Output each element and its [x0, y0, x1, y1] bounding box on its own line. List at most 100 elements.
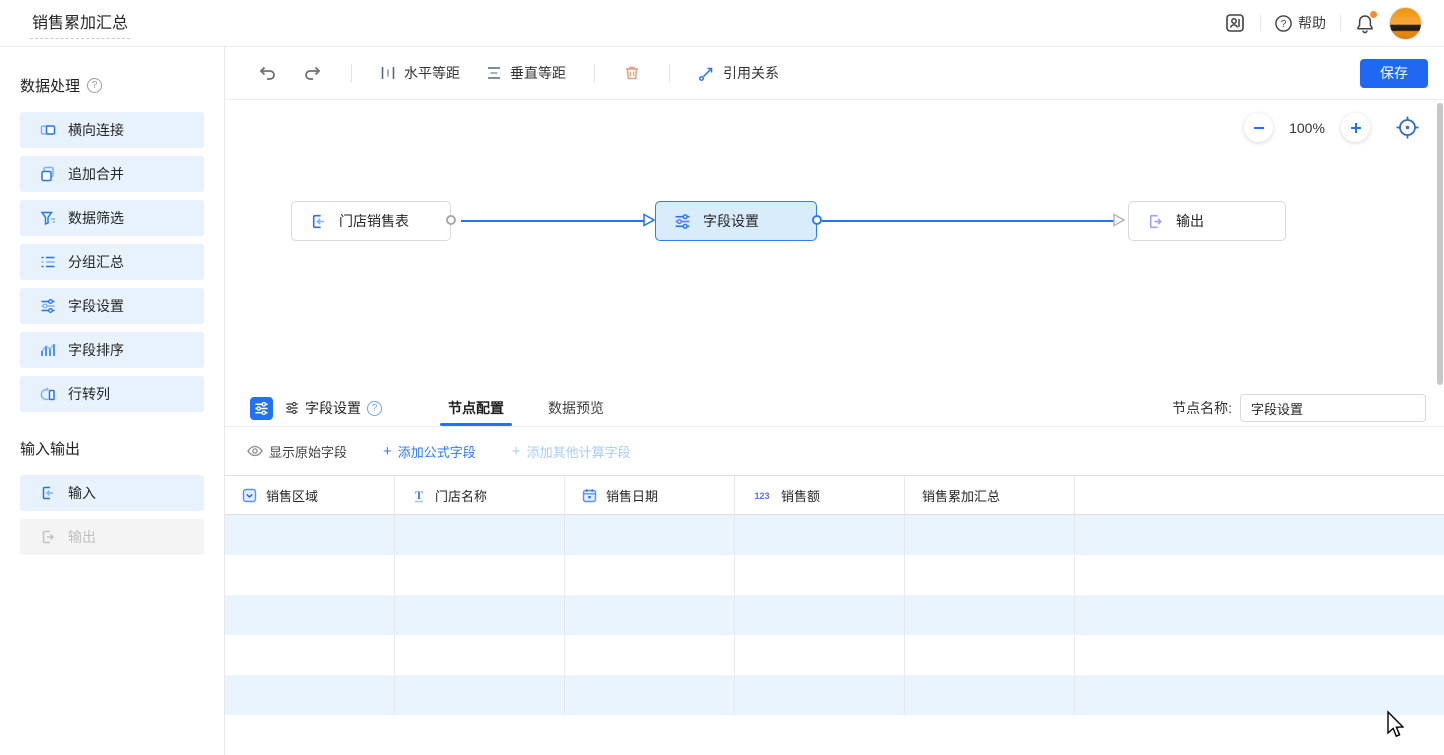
table-row: [225, 555, 1444, 595]
field-table: 销售区域 T 门店名称 销售日期 123 销售额 销售: [225, 475, 1444, 755]
divider: [1260, 15, 1261, 31]
vertical-spacing-icon: [486, 65, 502, 81]
canvas-toolbar: 水平等距 垂直等距 引用关系 保存: [225, 47, 1444, 100]
sidebar-item-field-settings[interactable]: 字段设置: [20, 288, 204, 324]
section-help-icon[interactable]: ?: [87, 78, 102, 93]
column-header-sales-date[interactable]: 销售日期: [565, 476, 735, 514]
notification-dot: [1370, 11, 1377, 18]
redo-button[interactable]: [297, 60, 329, 86]
sidebar-item-group-summary[interactable]: 分组汇总: [20, 244, 204, 280]
column-label: 销售日期: [606, 486, 658, 505]
reference-relation-button[interactable]: 引用关系: [692, 59, 785, 87]
node-output-port[interactable]: [812, 215, 822, 225]
sidebar-item-data-filter[interactable]: 数据筛选: [20, 200, 204, 236]
sidebar-item-row-to-column[interactable]: 行转列: [20, 376, 204, 412]
arrowhead-icon: [1111, 212, 1127, 228]
tab-data-preview[interactable]: 数据预览: [546, 390, 606, 426]
table-row: [225, 595, 1444, 635]
column-label: 销售区域: [266, 486, 318, 505]
horizontal-spacing-label: 水平等距: [404, 63, 460, 83]
node-store-sales-table[interactable]: 门店销售表: [291, 201, 451, 241]
avatar[interactable]: [1389, 7, 1422, 40]
show-original-fields-button[interactable]: 显示原始字段: [247, 442, 347, 461]
edge-fieldsettings-to-output[interactable]: [822, 220, 1120, 222]
vertical-spacing-label: 垂直等距: [510, 63, 566, 83]
fit-view-button[interactable]: [1395, 115, 1420, 140]
row-to-column-icon: [40, 386, 56, 402]
reference-relation-icon: [698, 65, 715, 82]
text-field-icon: T: [412, 488, 426, 503]
horizontal-spacing-button[interactable]: 水平等距: [374, 59, 466, 87]
vertical-spacing-button[interactable]: 垂直等距: [480, 59, 572, 87]
eye-icon: [247, 445, 263, 457]
node-label: 门店销售表: [339, 211, 409, 231]
help-label: 帮助: [1298, 13, 1326, 33]
select-field-icon: [242, 488, 257, 503]
group-summary-icon: [40, 254, 56, 270]
page-title[interactable]: 销售累加汇总: [30, 7, 130, 39]
sidebar-item-label: 追加合并: [68, 164, 124, 184]
sidebar: 数据处理 ? 横向连接 追加合并 数据筛选 分组汇总 字段设置: [0, 47, 225, 755]
delete-button[interactable]: [617, 60, 647, 86]
zoom-out-button[interactable]: [1244, 113, 1273, 142]
edge-input-to-fieldsettings[interactable]: [461, 220, 653, 222]
undo-button[interactable]: [251, 60, 283, 86]
node-label: 字段设置: [703, 211, 759, 231]
node-field-settings[interactable]: 字段设置: [655, 201, 817, 241]
undo-icon: [257, 64, 277, 82]
node-help-icon[interactable]: ?: [367, 401, 382, 416]
address-book-icon[interactable]: [1224, 12, 1246, 34]
svg-text:123: 123: [754, 491, 769, 501]
field-settings-icon: [285, 401, 299, 415]
sidebar-item-label: 字段排序: [68, 340, 124, 360]
vertical-scrollbar[interactable]: [1437, 103, 1443, 385]
add-formula-field-button[interactable]: + 添加公式字段: [383, 442, 476, 461]
sidebar-item-field-sort[interactable]: 字段排序: [20, 332, 204, 368]
column-header-store-name[interactable]: T 门店名称: [395, 476, 565, 514]
help-button[interactable]: ? 帮助: [1275, 13, 1326, 33]
field-settings-icon: [40, 298, 56, 314]
node-name-input[interactable]: [1240, 394, 1426, 422]
table-header-row: 销售区域 T 门店名称 销售日期 123 销售额 销售: [225, 476, 1444, 515]
divider: [594, 64, 595, 82]
data-filter-icon: [40, 210, 56, 226]
add-formula-field-label: 添加公式字段: [398, 442, 476, 461]
column-label: 门店名称: [435, 486, 487, 505]
sidebar-item-horizontal-join[interactable]: 横向连接: [20, 112, 204, 148]
zoom-in-button[interactable]: [1341, 113, 1370, 142]
divider: [351, 64, 352, 82]
column-label: 销售累加汇总: [922, 486, 1000, 505]
topbar: 销售累加汇总 ? 帮助: [0, 0, 1444, 47]
table-row: [225, 675, 1444, 715]
table-empty-area: [225, 715, 1444, 755]
sidebar-item-append-merge[interactable]: 追加合并: [20, 156, 204, 192]
sidebar-item-input[interactable]: 输入: [20, 475, 204, 511]
save-button[interactable]: 保存: [1360, 59, 1428, 88]
section-title-data-processing: 数据处理: [20, 75, 80, 96]
redo-icon: [303, 64, 323, 82]
sidebar-item-output: 输出: [20, 519, 204, 555]
column-header-sales-cumulative-total[interactable]: 销售累加汇总: [905, 476, 1075, 514]
flow-canvas[interactable]: 100% 门店销售表 字段设置: [225, 100, 1444, 390]
node-output[interactable]: 输出: [1128, 201, 1286, 241]
horizontal-join-icon: [40, 122, 56, 138]
sidebar-item-label: 分组汇总: [68, 252, 124, 272]
node-config-panel: 字段设置 ? 节点配置 数据预览 节点名称: 显示原始字段 +: [225, 390, 1444, 755]
show-original-fields-label: 显示原始字段: [269, 442, 347, 461]
notification-bell-icon[interactable]: [1355, 13, 1375, 34]
question-icon: ?: [1275, 15, 1292, 32]
tab-node-config[interactable]: 节点配置: [446, 390, 506, 426]
column-header-sales-amount[interactable]: 123 销售额: [735, 476, 905, 514]
svg-text:T: T: [415, 488, 423, 502]
node-output-port[interactable]: [446, 215, 456, 225]
minus-icon: [1252, 121, 1266, 135]
divider: [669, 64, 670, 82]
column-header-sales-region[interactable]: 销售区域: [225, 476, 395, 514]
append-merge-icon: [40, 166, 56, 182]
node-label: 输出: [1176, 211, 1204, 231]
field-settings-badge-icon: [250, 397, 273, 420]
divider: [1340, 15, 1341, 31]
column-label: 销售额: [781, 486, 820, 505]
add-other-calc-field-button: + 添加其他计算字段: [512, 442, 631, 461]
plus-icon: +: [512, 444, 521, 459]
